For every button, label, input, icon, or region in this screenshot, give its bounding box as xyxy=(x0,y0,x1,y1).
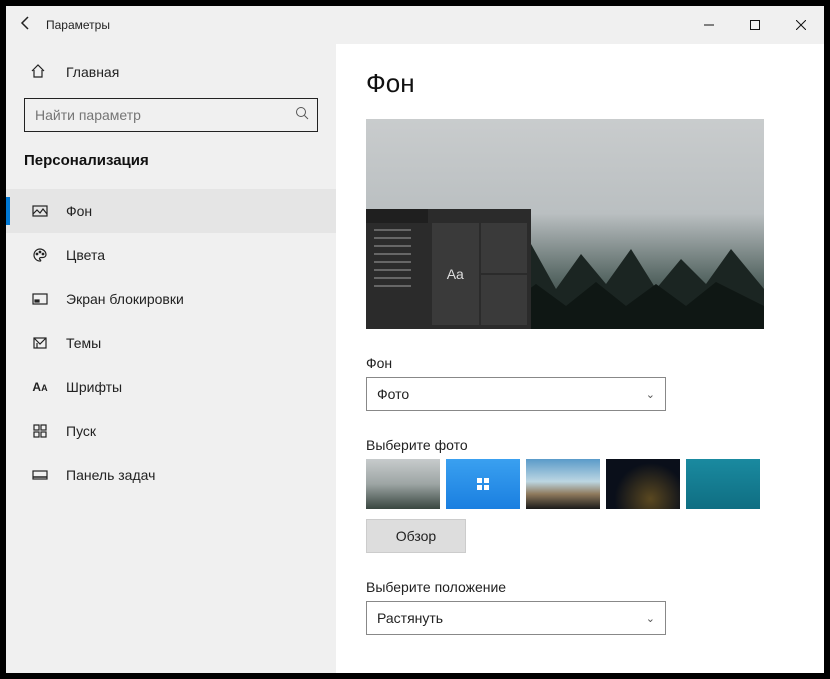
sidebar-item-lockscreen[interactable]: Экран блокировки xyxy=(6,277,336,321)
maximize-button[interactable] xyxy=(732,6,778,44)
preview-sample-text: Aa xyxy=(432,223,479,325)
window-title: Параметры xyxy=(46,18,110,32)
home-icon xyxy=(30,63,50,82)
content-pane: Фон A xyxy=(336,44,824,673)
category-heading: Персонализация xyxy=(6,144,336,181)
sidebar-item-label: Панель задач xyxy=(66,467,155,483)
minimize-button[interactable] xyxy=(686,6,732,44)
fonts-icon: AA xyxy=(30,380,50,394)
dropdown-value: Фото xyxy=(377,386,409,402)
background-type-dropdown[interactable]: Фото ⌄ xyxy=(366,377,666,411)
search-box[interactable] xyxy=(24,98,318,132)
themes-icon xyxy=(30,335,50,351)
page-title: Фон xyxy=(366,68,804,99)
sidebar-item-background[interactable]: Фон xyxy=(6,189,336,233)
photo-thumb-5[interactable] xyxy=(686,459,760,509)
start-icon xyxy=(30,423,50,439)
photo-thumb-3[interactable] xyxy=(526,459,600,509)
photo-thumb-4[interactable] xyxy=(606,459,680,509)
sidebar-item-fonts[interactable]: AA Шрифты xyxy=(6,365,336,409)
sidebar-item-start[interactable]: Пуск xyxy=(6,409,336,453)
sidebar: Главная Персонализация Фон Цвета xyxy=(6,44,336,673)
sidebar-item-label: Шрифты xyxy=(66,379,122,395)
home-link[interactable]: Главная xyxy=(6,52,336,92)
sidebar-item-label: Темы xyxy=(66,335,101,351)
image-icon xyxy=(30,203,50,219)
photo-thumbnails xyxy=(366,459,804,509)
chevron-down-icon: ⌄ xyxy=(646,612,655,625)
background-label: Фон xyxy=(366,355,804,371)
titlebar: Параметры xyxy=(6,6,824,44)
dropdown-value: Растянуть xyxy=(377,610,443,626)
back-button[interactable] xyxy=(6,15,46,36)
sidebar-item-label: Экран блокировки xyxy=(66,291,184,307)
close-button[interactable] xyxy=(778,6,824,44)
sidebar-item-taskbar[interactable]: Панель задач xyxy=(6,453,336,497)
fit-dropdown[interactable]: Растянуть ⌄ xyxy=(366,601,666,635)
sidebar-item-themes[interactable]: Темы xyxy=(6,321,336,365)
start-preview: Aa xyxy=(366,209,531,329)
home-label: Главная xyxy=(66,64,119,80)
photo-thumb-1[interactable] xyxy=(366,459,440,509)
search-icon xyxy=(295,106,309,125)
browse-button[interactable]: Обзор xyxy=(366,519,466,553)
search-input[interactable] xyxy=(35,107,295,123)
chevron-down-icon: ⌄ xyxy=(646,388,655,401)
sidebar-item-label: Пуск xyxy=(66,423,96,439)
lockscreen-icon xyxy=(30,291,50,307)
settings-window: Параметры Главная Персонализация xyxy=(6,6,824,673)
sidebar-item-label: Фон xyxy=(66,203,92,219)
fit-label: Выберите положение xyxy=(366,579,804,595)
choose-photo-label: Выберите фото xyxy=(366,437,804,453)
sidebar-item-colors[interactable]: Цвета xyxy=(6,233,336,277)
palette-icon xyxy=(30,247,50,263)
desktop-preview: Aa xyxy=(366,119,764,329)
photo-thumb-2[interactable] xyxy=(446,459,520,509)
taskbar-icon xyxy=(30,467,50,483)
sidebar-item-label: Цвета xyxy=(66,247,105,263)
